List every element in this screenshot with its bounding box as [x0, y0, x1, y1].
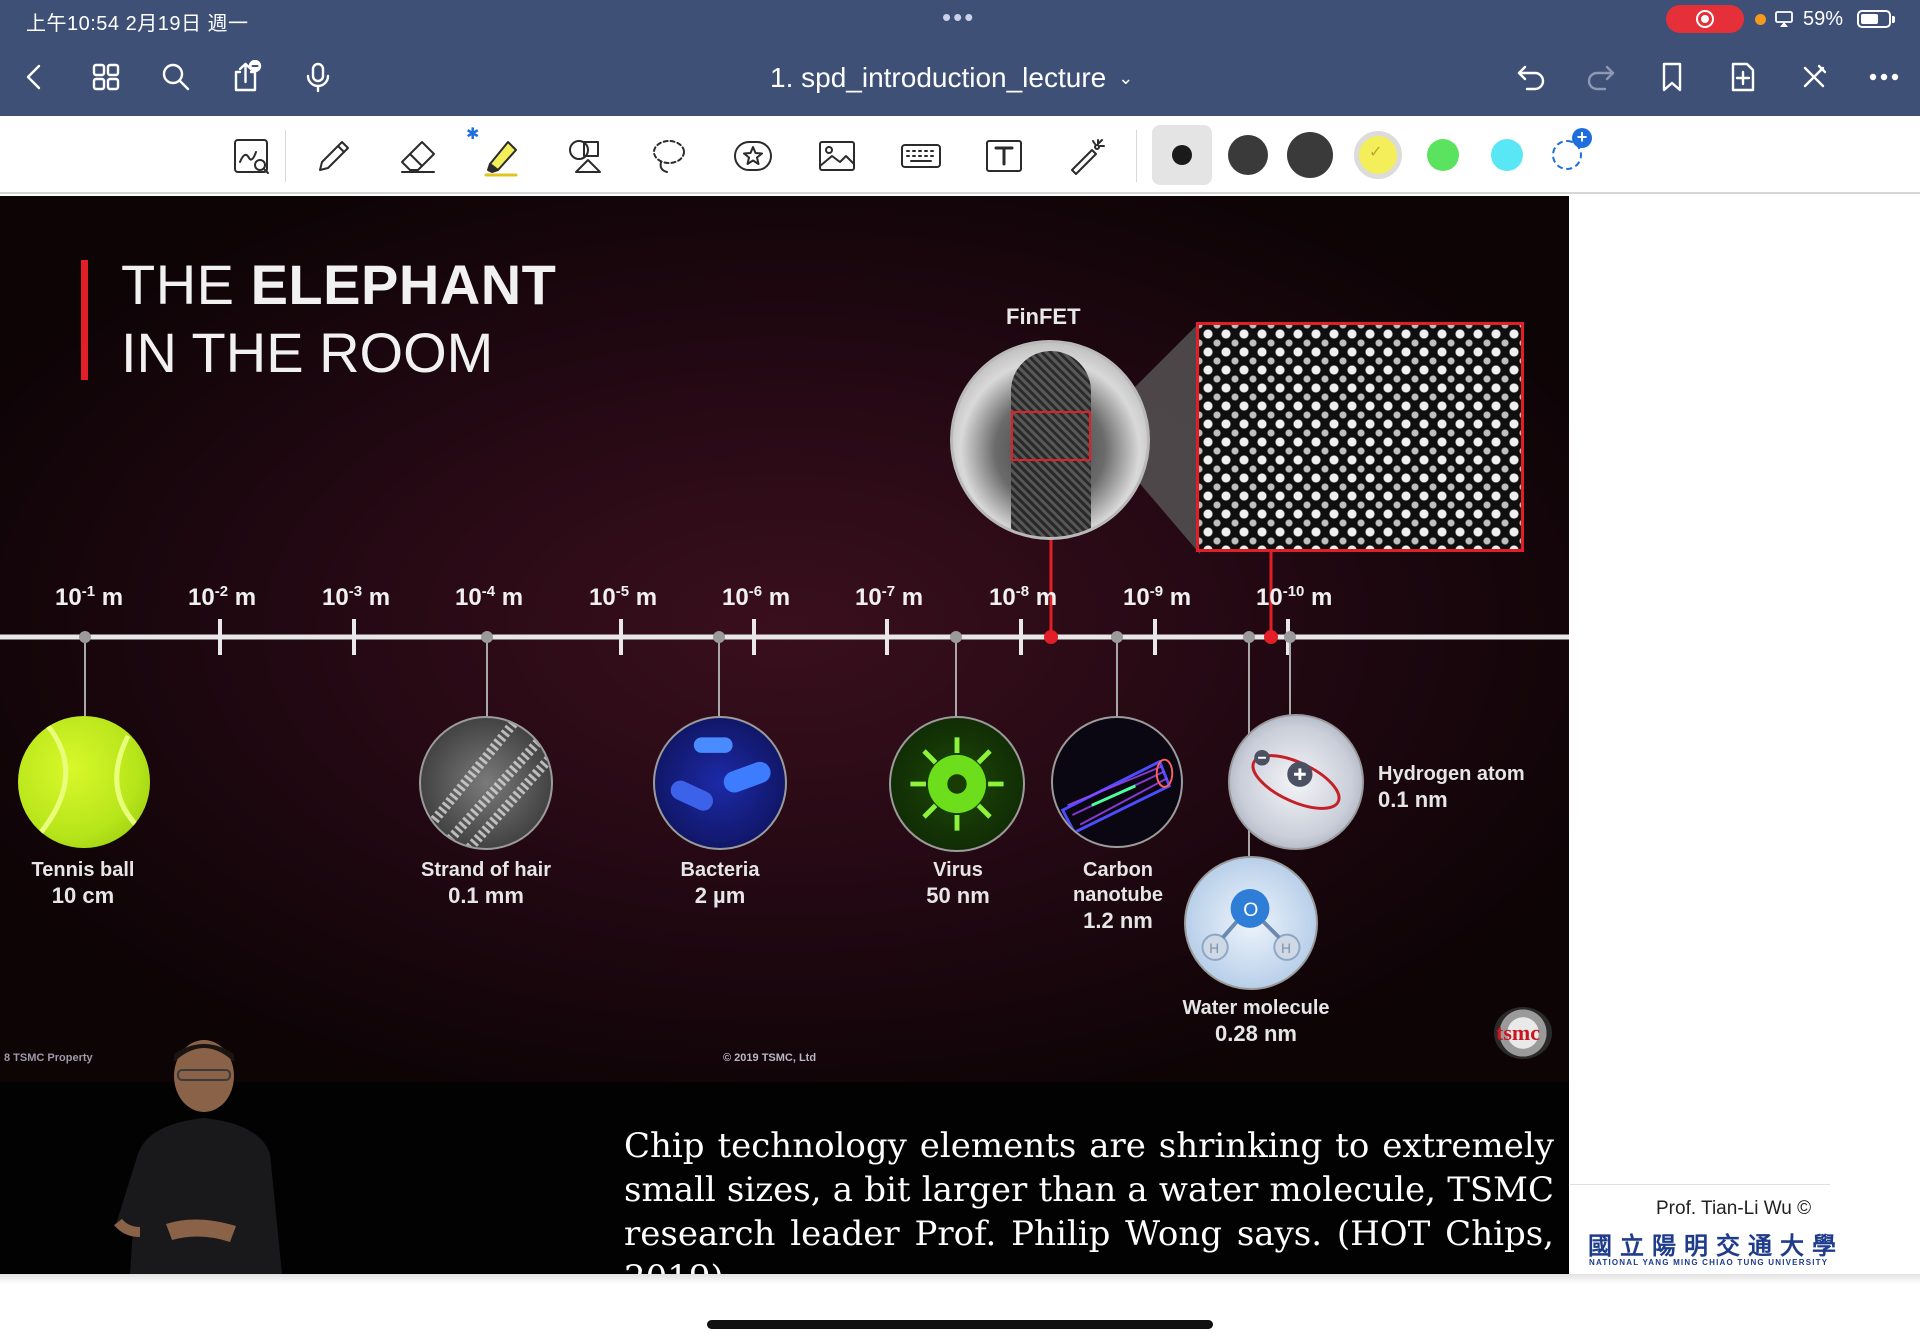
bookmark-icon[interactable]	[1650, 55, 1694, 99]
svg-text:O: O	[1243, 899, 1258, 921]
axis-marker	[1284, 631, 1296, 643]
eraser-icon[interactable]	[390, 128, 446, 184]
tsmc-logo: tsmc	[1494, 1007, 1552, 1059]
scale-label: 10-3 m	[322, 583, 391, 611]
water-molecule-image: O H H	[1184, 856, 1318, 990]
tennis-ball-label: Tennis ball 10 cm	[31, 859, 135, 908]
scale-label: 10-7 m	[855, 583, 924, 611]
share-export-icon[interactable]	[224, 55, 268, 99]
annotation-toolbar: ✱ ✓ +	[0, 116, 1920, 194]
video-caption: Chip technology elements are shrinking t…	[624, 1126, 1554, 1274]
stroke-size-small[interactable]	[1172, 145, 1192, 165]
color-cyan[interactable]	[1491, 139, 1523, 171]
zoom-write-icon[interactable]	[223, 128, 279, 184]
scale-label: 10-5 m	[589, 583, 658, 611]
close-editing-icon[interactable]	[1792, 55, 1836, 99]
scale-label: 10-2 m	[188, 583, 257, 611]
keyboard-icon[interactable]	[893, 128, 949, 184]
undo-icon[interactable]	[1509, 55, 1553, 99]
status-time: 上午10:54 2月19日 週一	[26, 13, 249, 35]
highlighter-icon[interactable]	[474, 128, 530, 184]
hydrogen-atom-label: Hydrogen atom 0.1 nm	[1378, 763, 1525, 812]
add-color-icon[interactable]: +	[1552, 128, 1592, 170]
below-page-area	[0, 1274, 1920, 1342]
svg-text:H: H	[1209, 941, 1219, 956]
university-name-zh: 國立陽明交通大學	[1588, 1233, 1844, 1260]
screen-recording-indicator[interactable]	[1666, 5, 1744, 33]
strand-of-hair-image	[419, 716, 553, 850]
axis-marker	[481, 631, 493, 643]
svg-text:H: H	[1281, 941, 1291, 956]
axis-marker	[1111, 631, 1123, 643]
strand-of-hair-label: Strand of hair 0.1 mm	[420, 859, 551, 908]
page-edge-shadow	[0, 1274, 1920, 1284]
stroke-size-medium[interactable]	[1228, 135, 1268, 175]
redo-icon[interactable]	[1579, 55, 1623, 99]
more-options-icon[interactable]	[1862, 55, 1906, 99]
document-title: 1. spd_introduction_lecture	[770, 62, 1107, 93]
top-navigation-bar: 上午10:54 2月19日 週一 ••• 59% 1. spd_introduc…	[0, 0, 1920, 116]
text-box-icon[interactable]	[976, 128, 1032, 184]
scale-label: 10-6 m	[722, 583, 791, 611]
image-insert-icon[interactable]	[809, 128, 865, 184]
battery-icon	[1857, 10, 1895, 28]
speaker-video	[114, 1040, 282, 1274]
search-icon[interactable]	[154, 55, 198, 99]
finfet-marker	[1044, 630, 1058, 644]
scale-label: 10-9 m	[1123, 583, 1192, 611]
slide-footer-property: 8 TSMC Property	[4, 1052, 93, 1064]
author-credit: Prof. Tian-Li Wu ©	[1656, 1198, 1812, 1219]
thumbnail-grid-icon[interactable]	[84, 55, 128, 99]
carbon-nanotube-image	[1051, 716, 1183, 848]
pen-icon[interactable]	[306, 128, 362, 184]
axis-marker	[713, 631, 725, 643]
laser-pointer-icon[interactable]	[1060, 128, 1116, 184]
axis-marker	[79, 631, 91, 643]
color-yellow-selected[interactable]: ✓	[1354, 131, 1402, 179]
tennis-ball-image	[18, 716, 150, 848]
slide-footer-copyright: © 2019 TSMC, Ltd	[723, 1052, 817, 1064]
home-indicator[interactable]	[707, 1320, 1213, 1329]
lecture-slide-video: THE ELEPHANT IN THE ROOM FinFET 10-1 m 10…	[0, 196, 1569, 1274]
color-green[interactable]	[1427, 139, 1459, 171]
credit-divider	[1570, 1184, 1830, 1185]
shapes-icon[interactable]	[558, 128, 614, 184]
virus-image	[889, 716, 1025, 852]
sticker-icon[interactable]	[725, 128, 781, 184]
stroke-size-large[interactable]	[1287, 132, 1333, 178]
scale-label: 10-8 m	[989, 583, 1058, 611]
microphone-in-use-indicator	[1755, 14, 1766, 25]
microphone-icon[interactable]	[296, 55, 340, 99]
page-margin	[1569, 196, 1920, 1274]
bacteria-label: Bacteria 2 µm	[680, 859, 760, 908]
axis-marker	[1243, 631, 1255, 643]
back-chevron-icon[interactable]	[12, 55, 56, 99]
lattice-marker	[1264, 630, 1278, 644]
scale-label: 10-10 m	[1256, 583, 1333, 611]
add-page-icon[interactable]	[1721, 55, 1765, 99]
scale-label: 10-4 m	[455, 583, 524, 611]
multitasking-dots-icon[interactable]: •••	[942, 2, 975, 33]
scale-label: 10-1 m	[55, 583, 124, 611]
hydrogen-atom-image	[1228, 714, 1364, 850]
document-title-menu[interactable]: 1. spd_introduction_lecture ⌄	[770, 58, 1133, 98]
checkmark-icon: ✓	[1369, 144, 1383, 161]
screen-mirroring-icon	[1775, 11, 1793, 27]
lasso-icon[interactable]	[641, 128, 697, 184]
chevron-down-icon: ⌄	[1118, 67, 1134, 88]
bacteria-image	[653, 716, 787, 850]
water-molecule-label: Water molecule 0.28 nm	[1182, 997, 1330, 1046]
carbon-nanotube-label: Carbon nanotube 1.2 nm	[1073, 859, 1163, 933]
axis-marker	[950, 631, 962, 643]
battery-percentage: 59%	[1803, 8, 1844, 30]
virus-label: Virus 50 nm	[926, 859, 990, 908]
university-name-en: NATIONAL YANG MING CHIAO TUNG UNIVERSITY	[1589, 1258, 1829, 1267]
